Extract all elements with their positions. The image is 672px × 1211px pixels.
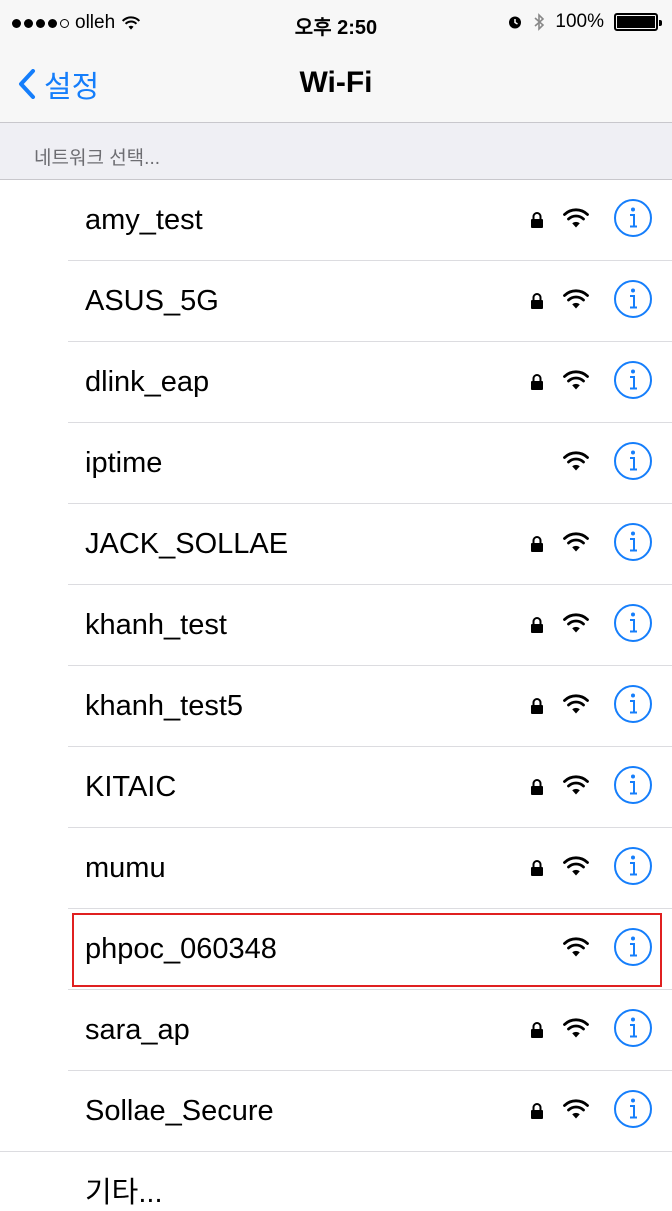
network-name: ASUS_5G — [85, 285, 219, 317]
network-row[interactable]: mumu — [0, 828, 672, 909]
lock-icon — [530, 535, 544, 558]
info-icon[interactable] — [613, 522, 653, 567]
info-icon[interactable] — [613, 603, 653, 648]
info-icon[interactable] — [613, 846, 653, 891]
lock-icon — [530, 211, 544, 234]
network-row[interactable]: khanh_test — [0, 585, 672, 666]
info-icon[interactable] — [613, 441, 653, 486]
info-icon[interactable] — [613, 1008, 653, 1053]
network-name: JACK_SOLLAE — [85, 528, 289, 560]
section-header-label: 네트워크 선택... — [34, 148, 160, 169]
status-right: 100% — [507, 11, 662, 33]
network-name: sara_ap — [85, 1014, 190, 1046]
navigation-bar: 설정 Wi-Fi — [0, 44, 672, 123]
network-row[interactable]: Sollae_Secure — [0, 1071, 672, 1152]
info-icon[interactable] — [613, 279, 653, 324]
info-icon[interactable] — [613, 198, 653, 243]
network-row[interactable]: khanh_test5 — [0, 666, 672, 747]
network-name: amy_test — [85, 204, 203, 236]
network-name: Sollae_Secure — [85, 1095, 274, 1127]
wifi-signal-icon — [562, 369, 590, 396]
wifi-signal-icon — [562, 1098, 590, 1125]
network-name: iptime — [85, 447, 163, 479]
wifi-signal-icon — [562, 1017, 590, 1044]
alarm-icon — [509, 16, 522, 29]
network-name: khanh_test — [85, 609, 227, 641]
lock-icon — [530, 859, 544, 882]
wifi-signal-icon — [562, 855, 590, 882]
lock-icon — [530, 616, 544, 639]
bluetooth-icon — [534, 13, 545, 31]
other-network-row[interactable]: 기타... — [0, 1155, 672, 1209]
wifi-signal-icon — [562, 288, 590, 315]
network-name: mumu — [85, 852, 166, 884]
info-icon[interactable] — [613, 360, 653, 405]
network-row[interactable]: phpoc_060348 — [0, 909, 672, 990]
info-icon[interactable] — [613, 927, 653, 972]
status-bar: olleh 오후 2:50 100% — [0, 0, 672, 44]
network-row[interactable]: amy_test — [0, 180, 672, 261]
network-row[interactable]: iptime — [0, 423, 672, 504]
network-row[interactable]: sara_ap — [0, 990, 672, 1071]
lock-icon — [530, 778, 544, 801]
wifi-signal-icon — [562, 612, 590, 639]
wifi-signal-icon — [562, 450, 590, 477]
battery-icon — [614, 13, 662, 31]
network-name: dlink_eap — [85, 366, 210, 398]
network-row[interactable]: dlink_eap — [0, 342, 672, 423]
network-row[interactable]: KITAIC — [0, 747, 672, 828]
lock-icon — [530, 373, 544, 396]
info-icon[interactable] — [613, 684, 653, 729]
network-row[interactable]: JACK_SOLLAE — [0, 504, 672, 585]
lock-icon — [530, 292, 544, 315]
network-name: phpoc_060348 — [85, 933, 277, 965]
network-name: khanh_test5 — [85, 690, 244, 722]
wifi-signal-icon — [562, 207, 590, 234]
network-name: KITAIC — [85, 771, 177, 803]
section-header: 네트워크 선택... — [0, 123, 672, 180]
network-row[interactable]: ASUS_5G — [0, 261, 672, 342]
wifi-signal-icon — [562, 936, 590, 963]
wifi-signal-icon — [562, 693, 590, 720]
network-list: amy_test ASUS_5G dlink_eapiptime JACK_SOLLA… — [0, 180, 672, 1152]
info-icon[interactable] — [613, 1089, 653, 1134]
lock-icon — [530, 1102, 544, 1125]
page-title: Wi-Fi — [299, 66, 373, 99]
battery-percent: 100% — [555, 11, 604, 32]
wifi-signal-icon — [562, 774, 590, 801]
wifi-signal-icon — [562, 531, 590, 558]
lock-icon — [530, 1021, 544, 1044]
info-icon[interactable] — [613, 765, 653, 810]
lock-icon — [530, 697, 544, 720]
other-network-label: 기타... — [85, 1177, 163, 1209]
